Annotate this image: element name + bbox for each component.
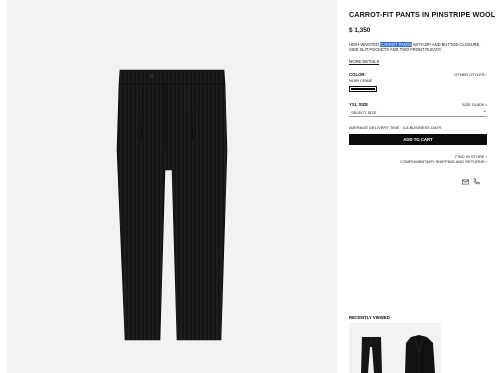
size-guide-label: SIZE GUIDE xyxy=(461,102,485,107)
color-label: COLOR: xyxy=(349,72,366,77)
recently-viewed-carousel[interactable] xyxy=(349,323,441,373)
product-description: HIGH-WAISTED CARROT PANTS WITH ZIP AND B… xyxy=(349,42,483,52)
product-gallery xyxy=(0,0,340,373)
chevron-right-icon: › xyxy=(485,159,487,164)
recent-thumb-jacket xyxy=(405,335,435,373)
add-to-cart-button[interactable]: ADD TO CART xyxy=(349,134,487,145)
chevron-right-icon: › xyxy=(485,72,487,77)
complimentary-shipping-link[interactable]: COMPLIMENTARY SHIPPING AND RETURNS › xyxy=(400,159,487,164)
other-styles-label: OTHER STYLES xyxy=(454,72,485,77)
product-image[interactable] xyxy=(7,0,337,373)
mail-icon[interactable] xyxy=(462,172,469,190)
contact-icons xyxy=(462,172,482,185)
product-details: CARROT-FIT PANTS IN PINSTRIPE WOOL $ 1,3… xyxy=(349,0,500,373)
recently-viewed-title: RECENTLY VIEWED xyxy=(349,315,390,320)
recent-thumb-pants xyxy=(361,337,382,373)
size-label: YSL SIZE xyxy=(349,102,369,107)
size-select-placeholder: SELECT SIZE xyxy=(351,110,377,115)
product-price: $ 1,350 xyxy=(349,27,371,34)
swatch-fill xyxy=(351,88,375,90)
other-styles-link[interactable]: OTHER STYLES › xyxy=(454,72,487,77)
size-select[interactable]: SELECT SIZE ⌄ xyxy=(349,108,487,117)
product-title: CARROT-FIT PANTS IN PINSTRIPE WOOL xyxy=(349,10,496,19)
more-details-link[interactable]: MORE DETAILS xyxy=(349,59,379,64)
phone-icon[interactable] xyxy=(473,172,480,190)
chevron-down-icon: ⌄ xyxy=(482,108,487,114)
recently-viewed-thumbnails xyxy=(361,335,435,373)
color-swatch-noir-craie[interactable] xyxy=(349,86,377,92)
color-value: NOIR CRAIE xyxy=(349,78,373,83)
complimentary-shipping-label: COMPLIMENTARY SHIPPING AND RETURNS xyxy=(400,159,485,164)
pants-illustration xyxy=(116,69,228,341)
delivery-time: AVERAGE DELIVERY TIME : 3-8 BUSINESS DAY… xyxy=(349,125,442,130)
size-guide-link[interactable]: SIZE GUIDE › xyxy=(462,102,487,107)
chevron-right-icon: › xyxy=(485,102,487,107)
